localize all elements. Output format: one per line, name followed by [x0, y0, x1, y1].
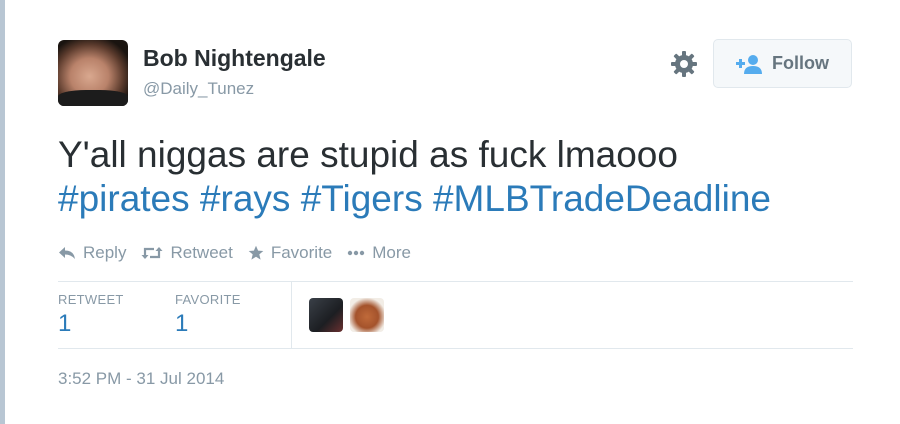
gear-icon[interactable] [670, 50, 698, 78]
follow-label: Follow [772, 53, 829, 73]
reply-button[interactable]: Reply [58, 243, 126, 263]
hashtag-link[interactable]: #MLBTradeDeadline [433, 178, 771, 219]
favorite-stat-label: FAVORITE [175, 292, 241, 307]
retweet-count[interactable]: 1 [58, 310, 71, 338]
favoriter-avatar[interactable] [309, 298, 343, 332]
tweet-hashtags: #pirates #rays #Tigers #MLBTradeDeadline [58, 177, 771, 221]
tweet-timestamp[interactable]: 3:52 PM - 31 Jul 2014 [58, 369, 224, 389]
more-dots-icon [347, 250, 365, 256]
retweet-icon [141, 246, 163, 260]
display-name[interactable]: Bob Nightengale [143, 45, 326, 72]
stats-top-divider [58, 281, 853, 282]
star-icon [248, 245, 264, 261]
tweet-actions: Reply Retweet Favorite More [58, 243, 426, 263]
favoriter-avatar[interactable] [350, 298, 384, 332]
profile-avatar[interactable] [58, 40, 128, 106]
more-label: More [372, 243, 411, 262]
user-handle[interactable]: @Daily_Tunez [143, 79, 254, 99]
left-edge-border [0, 0, 5, 424]
reply-label: Reply [83, 243, 127, 262]
follow-button[interactable]: Follow [713, 39, 852, 88]
reply-icon [58, 246, 76, 260]
add-user-icon [736, 54, 762, 74]
hashtag-link[interactable]: #pirates [58, 178, 190, 219]
hashtag-link[interactable]: #rays [200, 178, 290, 219]
tweet-text: Y'all niggas are stupid as fuck lmaooo #… [58, 133, 771, 221]
retweet-stat-label: RETWEET [58, 292, 124, 307]
retweet-button[interactable]: Retweet [141, 243, 233, 263]
stats-bottom-divider [58, 348, 853, 349]
more-button[interactable]: More [347, 243, 411, 263]
favorite-label: Favorite [270, 243, 333, 262]
tweet-text-line: Y'all niggas are stupid as fuck lmaooo [58, 134, 678, 175]
stats-separator [291, 282, 292, 348]
favorite-count[interactable]: 1 [175, 310, 188, 338]
retweet-label: Retweet [170, 243, 233, 262]
favorite-button[interactable]: Favorite [248, 243, 332, 263]
avatar-shirt [58, 90, 128, 106]
hashtag-link[interactable]: #Tigers [301, 178, 423, 219]
